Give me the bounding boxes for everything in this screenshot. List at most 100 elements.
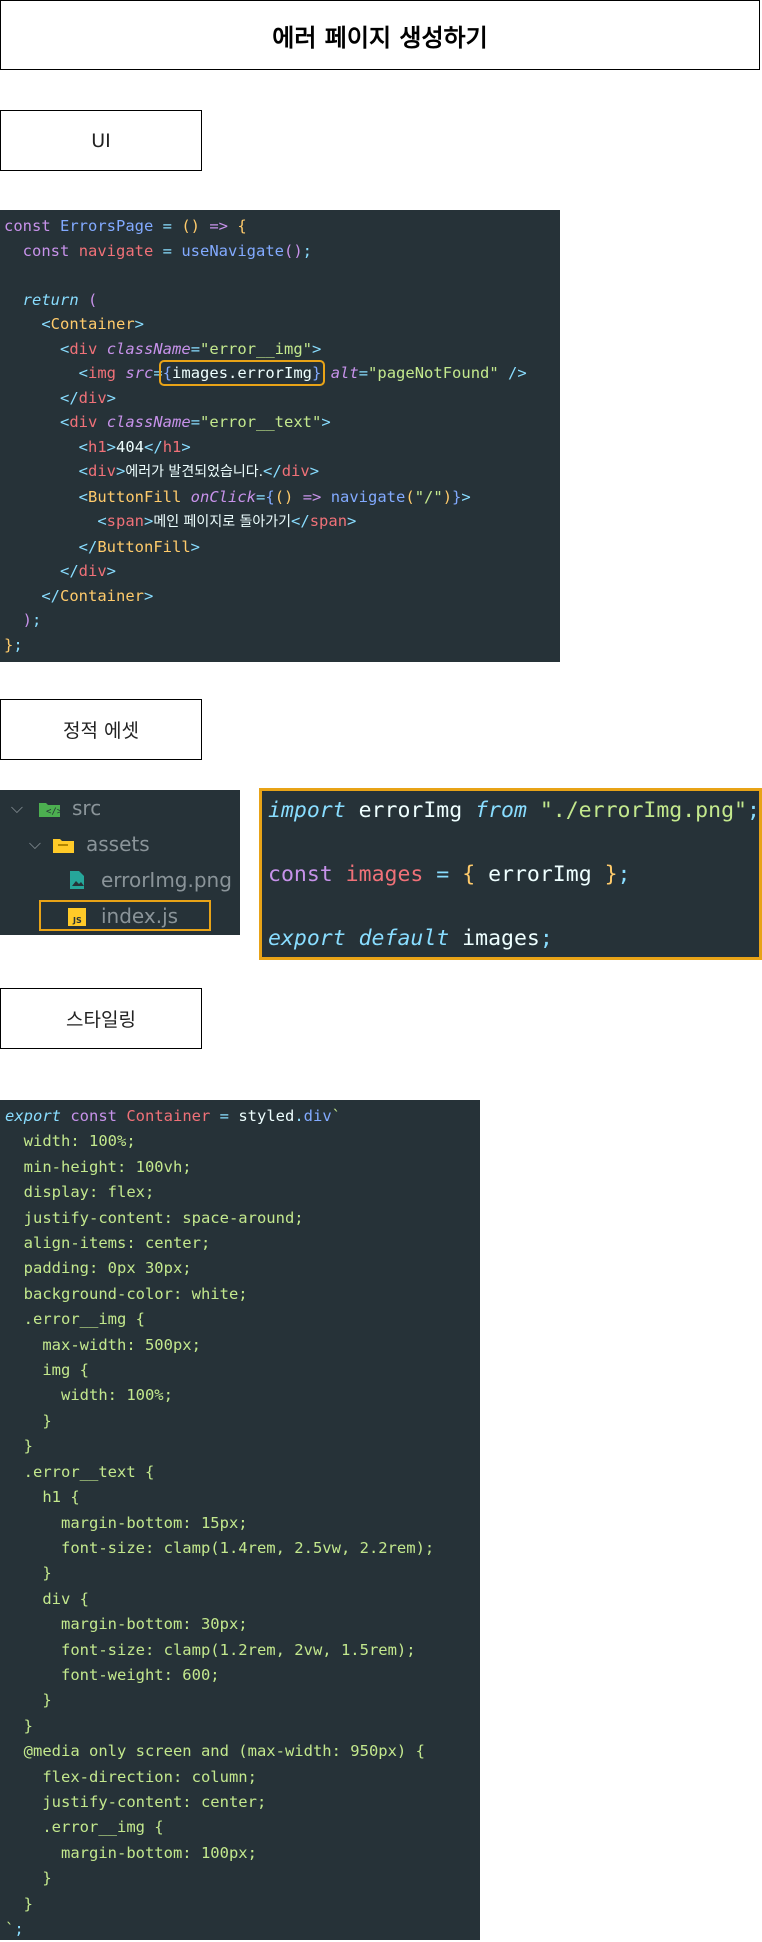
folder-src-icon: </> [38, 799, 63, 817]
code-token: > [309, 462, 320, 480]
code-token: from [475, 798, 527, 823]
css-line: } [5, 1869, 52, 1888]
code-token: styled [238, 1107, 295, 1125]
code-line: </ButtonFill> [4, 535, 560, 560]
code-token: = [358, 364, 369, 382]
code-token: images [332, 862, 424, 887]
code-token: > [181, 437, 191, 456]
code-token: 404 [116, 437, 145, 456]
css-line: .error__text { [5, 1462, 155, 1481]
code-token: ; [302, 241, 313, 260]
code-line: <Container> [4, 312, 560, 337]
css-line: .error__img { [5, 1310, 145, 1329]
css-line: } [5, 1437, 33, 1456]
code-token: "error__text" [200, 413, 322, 431]
css-line: font-size: clamp(1.2rem, 2vw, 1.5rem); [5, 1640, 416, 1659]
css-line: } [5, 1411, 52, 1430]
css-line: background-color: white; [5, 1284, 248, 1303]
code-token: = [153, 217, 182, 235]
code-token: > [144, 512, 154, 530]
code-token: = [190, 339, 201, 358]
code-token: </ [78, 537, 98, 556]
code-line: const ErrorsPage = () => { [4, 214, 560, 239]
tree-item-src[interactable]: ⌵ </> src [8, 790, 101, 826]
code-token: < [41, 315, 51, 333]
code-token: img [88, 364, 116, 382]
css-line: @media only screen and (max-width: 950px… [5, 1742, 425, 1761]
code-token: { [265, 487, 275, 506]
css-line: margin-bottom: 30px; [5, 1615, 248, 1634]
highlighted-expression: {images.errorImg} [158, 360, 326, 386]
code-token: ) [22, 611, 33, 629]
code-token: 에러가 발견되었습니다. [125, 464, 264, 480]
code-token: src [125, 364, 154, 382]
code-token: </ [144, 437, 163, 456]
page-title: 에러 페이지 생성하기 [0, 0, 760, 70]
code-token: images [449, 926, 540, 951]
chevron-down-icon[interactable]: ⌵ [26, 834, 44, 854]
code-token: => [200, 217, 238, 235]
css-line: margin-bottom: 15px; [5, 1513, 248, 1532]
code-line: <h1>404</h1> [4, 435, 560, 460]
code-token: className [106, 413, 191, 431]
code-token: 메인 페이지로 돌아가기 [153, 514, 292, 530]
css-line: max-width: 500px; [5, 1335, 201, 1354]
code-token: errorImg [475, 862, 605, 887]
code-token: { [162, 364, 173, 382]
code-token: "/" [414, 487, 443, 506]
svg-text:</>: </> [46, 807, 62, 817]
tree-item-assets[interactable]: ⌵ assets [26, 826, 150, 862]
code-token: span [106, 512, 144, 530]
code-token: const [61, 1107, 117, 1125]
code-line: <div className="error__img"> [4, 337, 560, 362]
code-token: > [144, 586, 154, 605]
code-token: const [4, 217, 51, 235]
code-token: = [153, 364, 163, 382]
code-line: return ( [4, 288, 560, 313]
code-line: <div>에러가 발견되었습니다.</div> [4, 459, 560, 485]
code-token: ButtonFill [97, 537, 191, 556]
code-token: const [22, 241, 70, 260]
code-token: ErrorsPage [60, 217, 154, 235]
css-line: display: flex; [5, 1183, 155, 1202]
code-token: . [294, 1107, 304, 1125]
css-line: } [5, 1691, 52, 1710]
code-token: < [60, 339, 70, 358]
css-line: width: 100%; [5, 1386, 173, 1405]
code-line: ); [4, 608, 560, 633]
chevron-down-icon[interactable]: ⌵ [8, 798, 26, 818]
css-line: min-height: 100vh; [5, 1157, 192, 1176]
code-token: > [106, 388, 117, 407]
code-token: div [69, 339, 98, 358]
code-token: ) [442, 487, 453, 506]
code-token: useNavigate [181, 241, 284, 260]
code-token: div [78, 388, 107, 407]
tree-item-errorimg[interactable]: errorImg.png [68, 862, 232, 898]
css-line: align-items: center; [5, 1234, 211, 1253]
code-token: = [190, 413, 201, 431]
code-token: > [106, 437, 117, 456]
tree-item-label: errorImg.png [101, 868, 232, 892]
css-line: justify-content: space-around; [5, 1208, 304, 1227]
code-token: ; [617, 862, 631, 887]
code-token: } [312, 364, 322, 382]
code-token: } [604, 862, 618, 887]
code-token: div [88, 462, 116, 480]
css-line: .error__img { [5, 1818, 164, 1837]
code-token: className [106, 339, 191, 358]
code-token: Container [50, 315, 135, 333]
code-line: const images = { errorImg }; [268, 859, 759, 891]
code-token: ; [13, 635, 23, 654]
code-line: `; [5, 1917, 480, 1942]
tree-item-label: assets [86, 832, 150, 856]
code-token: "error__img" [200, 339, 313, 358]
code-line: </Container> [4, 584, 560, 609]
section-label-styling: 스타일링 [0, 988, 202, 1049]
errors-page-code-block: const ErrorsPage = () => { const navigat… [0, 210, 560, 662]
section-label-ui: UI [0, 110, 202, 171]
code-token: export [5, 1107, 61, 1125]
styled-container-code-block: export const Container = styled.div` wid… [0, 1100, 480, 1940]
code-token: } [4, 635, 14, 654]
code-token: return [22, 290, 79, 309]
code-token: < [97, 512, 107, 530]
